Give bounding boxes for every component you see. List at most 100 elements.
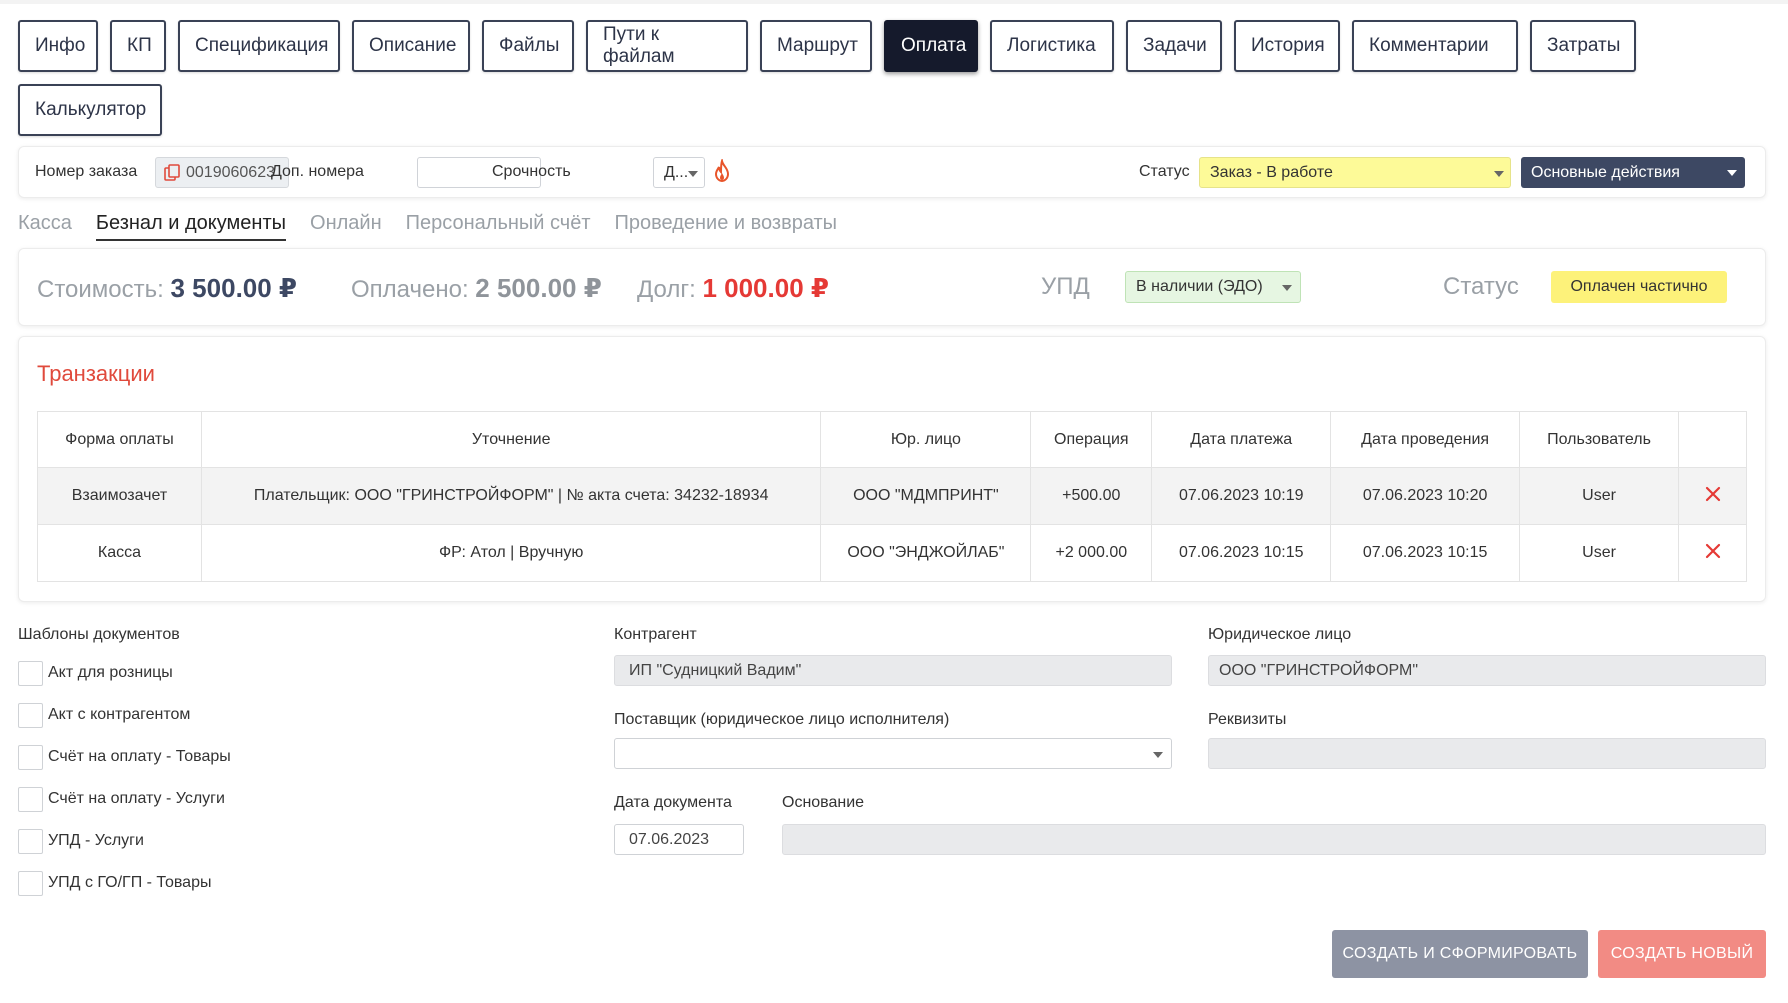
transactions-table: Форма оплаты Уточнение Юр. лицо Операция Дат… — [37, 411, 1747, 582]
column-header: Дата платежа — [1151, 411, 1332, 468]
tab-0[interactable]: Инфо — [18, 20, 98, 72]
urgency-label: Срочность — [492, 163, 571, 180]
order-number-value: 0019060623 — [186, 163, 275, 181]
tab-10[interactable]: История — [1234, 20, 1340, 72]
template-item[interactable]: УПД с ГО/ГП - Товары — [18, 870, 231, 896]
template-item[interactable]: Акт с контрагентом — [18, 702, 231, 728]
table-cell: Плательщик: ООО "ГРИНСТРОЙФОРМ" | № акта… — [200, 467, 822, 525]
template-item[interactable]: УПД - Услуги — [18, 828, 231, 854]
template-checkbox[interactable] — [18, 744, 43, 770]
tab-6[interactable]: Маршрут — [760, 20, 872, 72]
main-actions-dropdown[interactable]: Основные действия — [1521, 157, 1745, 188]
cost-summary: Стоимость: 3 500.00 ₽ — [37, 273, 297, 304]
table-header-row: Форма оплаты Уточнение Юр. лицо Операция Дат… — [37, 411, 1747, 468]
column-header: Операция — [1030, 411, 1153, 468]
subtab-0[interactable]: Касса — [18, 212, 72, 241]
template-checkbox[interactable] — [18, 870, 43, 896]
tab-13[interactable]: Калькулятор — [18, 84, 162, 136]
table-cell: ФР: Атол | Вручную — [200, 524, 822, 582]
upd-select[interactable]: В наличии (ЭДО) — [1125, 271, 1301, 303]
create-and-generate-button[interactable]: СОЗДАТЬ И СФОРМИРОВАТЬ — [1332, 930, 1588, 978]
delete-cell — [1678, 467, 1747, 525]
templates-title: Шаблоны документов — [18, 626, 180, 643]
basis-field[interactable] — [782, 824, 1766, 855]
table-cell: Взаимозачет — [37, 467, 202, 525]
tab-9[interactable]: Задачи — [1126, 20, 1222, 72]
payment-status-label: Статус — [1443, 273, 1519, 300]
legal-entity-label: Юридическое лицо — [1208, 626, 1352, 643]
tab-8[interactable]: Логистика — [990, 20, 1114, 72]
main-actions-label: Основные действия — [1531, 163, 1680, 181]
payment-subtabs: Касса Безнал и документы Онлайн Персональны… — [18, 212, 837, 241]
subtab-3[interactable]: Персональный счёт — [406, 212, 591, 241]
order-status-select[interactable]: Заказ - В работе — [1199, 157, 1511, 188]
tab-3[interactable]: Описание — [352, 20, 470, 72]
delete-cell — [1678, 524, 1747, 582]
column-header: Дата проведения — [1330, 411, 1521, 468]
order-number-label: Номер заказа — [35, 163, 138, 180]
table-cell: 07.06.2023 10:19 — [1151, 467, 1332, 525]
subtab-2[interactable]: Онлайн — [310, 212, 382, 241]
table-cell: ООО "ЭНДЖОЙЛАБ" — [820, 524, 1032, 582]
urgency-select[interactable]: Д... — [653, 157, 705, 188]
copy-icon[interactable] — [164, 164, 180, 182]
requisites-field[interactable] — [1208, 738, 1766, 769]
table-row: Взаимозачет Плательщик: ООО "ГРИНСТРОЙФОР… — [37, 467, 1747, 525]
create-new-button[interactable]: СОЗДАТЬ НОВЫЙ — [1598, 930, 1766, 978]
requisites-label: Реквизиты — [1208, 711, 1287, 728]
table-cell: 07.06.2023 10:15 — [1151, 524, 1332, 582]
template-item[interactable]: Счёт на оплату - Услуги — [18, 786, 231, 812]
urgency-value: Д... — [664, 163, 689, 181]
subtab-4[interactable]: Проведение и возвраты — [615, 212, 838, 241]
counterparty-label: Контрагент — [614, 626, 697, 643]
templates-list: Акт для розницы Акт с контрагентом Счёт на… — [18, 660, 231, 912]
debt-value: 1 000.00 ₽ — [702, 273, 829, 303]
supplier-select[interactable] — [614, 738, 1172, 769]
document-date-input[interactable]: 07.06.2023 — [614, 824, 744, 855]
debt-summary: Долг: 1 000.00 ₽ — [637, 273, 829, 304]
template-checkbox[interactable] — [18, 660, 43, 686]
column-header: Пользователь — [1519, 411, 1679, 468]
tab-2[interactable]: Спецификация — [178, 20, 340, 72]
tab-7[interactable]: Оплата — [884, 20, 978, 72]
table-row: Касса ФР: Атол | Вручную ООО "ЭНДЖОЙЛАБ" +2… — [37, 524, 1747, 582]
template-label: Счёт на оплату - Товары — [48, 748, 231, 765]
template-item[interactable]: Акт для розницы — [18, 660, 231, 686]
payment-summary: Стоимость: 3 500.00 ₽ Оплачено: 2 500.00… — [18, 248, 1766, 326]
legal-entity-field[interactable]: ООО "ГРИНСТРОЙФОРМ" — [1208, 655, 1766, 686]
subtab-1[interactable]: Безнал и документы — [95, 212, 287, 241]
document-date-label: Дата документа — [614, 794, 732, 811]
template-checkbox[interactable] — [18, 702, 43, 728]
close-icon[interactable] — [1704, 542, 1722, 560]
extra-numbers-label: Доп. номера — [271, 163, 364, 180]
order-number-field[interactable]: 0019060623 — [155, 157, 289, 188]
transactions-title: Транзакции — [37, 361, 155, 386]
table-cell: +500.00 — [1030, 467, 1153, 525]
order-info-bar: Номер заказа 0019060623 Доп. номера Сроч… — [18, 146, 1766, 198]
chevron-down-icon — [1494, 171, 1504, 177]
tab-5[interactable]: Пути к файлам — [586, 20, 748, 72]
transactions-panel: Транзакции Форма оплаты Уточнение Юр. лицо… — [18, 336, 1766, 602]
template-label: УПД - Услуги — [48, 832, 144, 849]
table-cell: ООО "МДМПРИНТ" — [820, 467, 1032, 525]
column-header: Юр. лицо — [820, 411, 1032, 468]
template-checkbox[interactable] — [18, 828, 43, 854]
template-checkbox[interactable] — [18, 786, 43, 812]
fire-icon — [714, 159, 730, 183]
chevron-down-icon — [688, 171, 698, 177]
column-header — [1678, 411, 1747, 468]
tab-12[interactable]: Затраты — [1530, 20, 1636, 72]
table-cell: 07.06.2023 10:15 — [1330, 524, 1521, 582]
chevron-down-icon — [1727, 170, 1737, 176]
tab-11[interactable]: Комментарии — [1352, 20, 1518, 72]
template-item[interactable]: Счёт на оплату - Товары — [18, 744, 231, 770]
table-cell: User — [1519, 524, 1679, 582]
table-cell: +2 000.00 — [1030, 524, 1153, 582]
table-cell: User — [1519, 467, 1679, 525]
table-cell: Касса — [37, 524, 202, 582]
tab-1[interactable]: КП — [110, 20, 166, 72]
cost-value: 3 500.00 ₽ — [170, 273, 298, 303]
counterparty-field[interactable]: ИП "Судницкий Вадим" — [614, 655, 1172, 686]
tab-4[interactable]: Файлы — [482, 20, 574, 72]
close-icon[interactable] — [1704, 485, 1722, 503]
